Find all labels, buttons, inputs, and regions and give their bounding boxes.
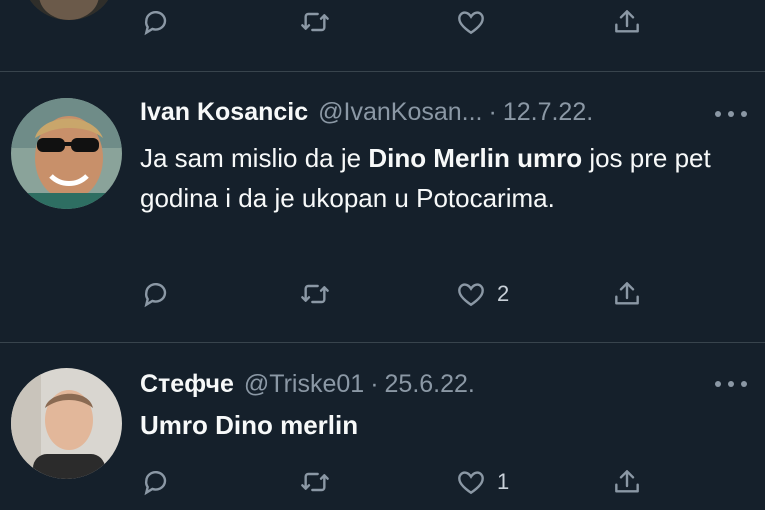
reply-button[interactable] xyxy=(141,462,173,502)
like-button[interactable] xyxy=(455,2,487,42)
retweet-icon xyxy=(301,12,329,32)
reply-button[interactable] xyxy=(141,274,173,314)
tweet-text-bold: Umro Dino merlin xyxy=(140,410,359,440)
tweet-text-bold: Dino Merlin umro xyxy=(368,143,583,173)
like-count: 1 xyxy=(497,469,510,494)
separator-dot: · xyxy=(488,98,497,126)
share-button[interactable] xyxy=(611,2,643,42)
share-button[interactable] xyxy=(611,462,643,502)
retweet-icon xyxy=(301,472,329,492)
tweet-text: Ja sam mislio da je Dino Merlin umro jos… xyxy=(140,138,740,218)
reply-icon xyxy=(144,470,167,496)
tweet-actions xyxy=(0,2,765,42)
share-icon xyxy=(615,470,639,493)
retweet-button[interactable] xyxy=(299,2,331,42)
share-icon xyxy=(615,282,639,305)
reply-icon xyxy=(144,10,167,36)
separator-dot: · xyxy=(370,370,379,398)
tweet-actions: 2 xyxy=(0,274,765,314)
like-icon xyxy=(458,471,484,495)
divider xyxy=(0,71,765,72)
like-icon xyxy=(458,283,484,307)
author-name[interactable]: Стефче xyxy=(140,370,234,399)
tweet-actions: 1 xyxy=(0,462,765,502)
avatar[interactable] xyxy=(11,98,122,209)
author-handle[interactable]: @IvanKosan... xyxy=(318,98,482,127)
share-icon xyxy=(615,10,639,33)
tweet-header: Стефче @Triske01 · 25.6.22. xyxy=(140,370,475,404)
tweet-date[interactable]: 12.7.22. xyxy=(503,98,593,127)
retweet-icon xyxy=(301,284,329,304)
tweet-text-part: Ja sam mislio da je xyxy=(140,143,369,173)
retweet-button[interactable] xyxy=(299,274,331,314)
like-button[interactable]: 2 xyxy=(455,274,509,314)
like-button[interactable]: 1 xyxy=(455,462,509,502)
retweet-button[interactable] xyxy=(299,462,331,502)
author-name[interactable]: Ivan Kosancic xyxy=(140,98,308,127)
share-button[interactable] xyxy=(611,274,643,314)
more-options-button[interactable] xyxy=(715,378,747,390)
reply-button[interactable] xyxy=(141,2,173,42)
more-dots-icon xyxy=(715,111,721,117)
tweet-date[interactable]: 25.6.22. xyxy=(385,370,475,399)
like-count: 2 xyxy=(497,281,510,306)
more-options-button[interactable] xyxy=(715,108,747,120)
author-handle[interactable]: @Triske01 xyxy=(244,370,364,399)
more-dots-icon xyxy=(715,381,721,387)
like-icon xyxy=(458,11,484,35)
reply-icon xyxy=(144,282,167,308)
divider xyxy=(0,342,765,343)
tweet-text: Umro Dino merlin xyxy=(140,405,740,445)
tweet-header: Ivan Kosancic @IvanKosan... · 12.7.22. xyxy=(140,98,593,132)
